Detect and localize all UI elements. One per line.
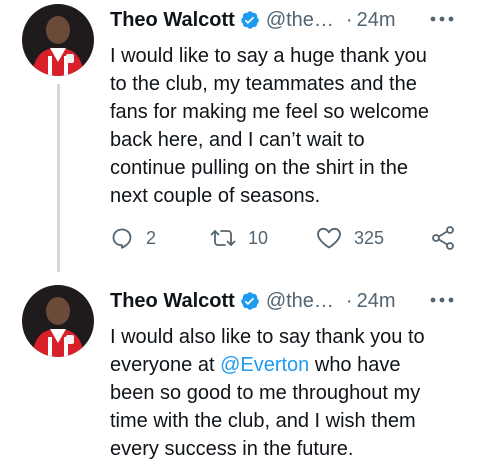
verified-badge-icon — [240, 291, 260, 311]
reply-icon — [112, 228, 132, 249]
retweet-icon — [210, 230, 236, 246]
avatar-image — [22, 285, 94, 357]
tweet-text: I would also like to say thank you to ev… — [110, 323, 470, 463]
tweet-text-line: continue pulling on the shirt in the — [110, 157, 408, 179]
thread-connector-line — [57, 84, 60, 272]
tweet-actions: 2 10 325 — [110, 222, 470, 254]
like-count: 325 — [354, 227, 385, 248]
tweet-text-line: I would also like to say thank you to — [110, 326, 425, 348]
timestamp[interactable]: 24m — [357, 290, 396, 313]
author-handle[interactable]: @the… — [266, 290, 334, 313]
tweet-text-fragment: everyone at — [110, 354, 221, 376]
tweet-text-line: next couple of seasons. — [110, 185, 321, 207]
tweet-text-line: everyone at @Everton who have — [110, 351, 470, 379]
reply-count: 2 — [146, 227, 157, 248]
more-options-icon[interactable] — [428, 293, 456, 307]
tweet-header: Theo Walcott @the… · 24m — [110, 287, 396, 315]
like-button[interactable]: 325 — [316, 222, 384, 254]
heart-icon — [317, 227, 341, 249]
mention-link[interactable]: @Everton — [220, 354, 309, 376]
retweet-button[interactable]: 10 — [210, 222, 268, 254]
tweet-header: Theo Walcott @the… · 24m — [110, 6, 396, 34]
author-name[interactable]: Theo Walcott — [110, 290, 235, 313]
tweet-text-line: every success in the future. — [110, 438, 354, 460]
tweet-text-line: been so good to me throughout my — [110, 382, 421, 404]
tweet-text-line: time with the club, and I wish them — [110, 410, 416, 432]
avatar-image — [22, 4, 94, 76]
avatar[interactable] — [22, 4, 94, 76]
timestamp[interactable]: 24m — [357, 9, 396, 32]
author-name[interactable]: Theo Walcott — [110, 9, 235, 32]
share-icon — [432, 226, 454, 250]
tweet-text-fragment: who have — [309, 354, 401, 376]
share-button[interactable] — [430, 222, 456, 254]
verified-badge-icon — [240, 10, 260, 30]
reply-button[interactable]: 2 — [110, 222, 156, 254]
avatar[interactable] — [22, 285, 94, 357]
author-handle[interactable]: @the… — [266, 9, 334, 32]
separator-dot: · — [345, 289, 353, 312]
separator-dot: · — [345, 8, 353, 31]
tweet-text-line: I would like to say a huge thank you — [110, 45, 427, 67]
retweet-count: 10 — [248, 227, 269, 248]
more-options-icon[interactable] — [428, 12, 456, 26]
tweet-text: I would like to say a huge thank you to … — [110, 42, 470, 210]
tweet-text-line: to the club, my teammates and the — [110, 73, 417, 95]
tweet-text-line: fans for making me feel so welcome — [110, 101, 430, 123]
tweet-text-line: back here, and I can’t wait to — [110, 129, 365, 151]
